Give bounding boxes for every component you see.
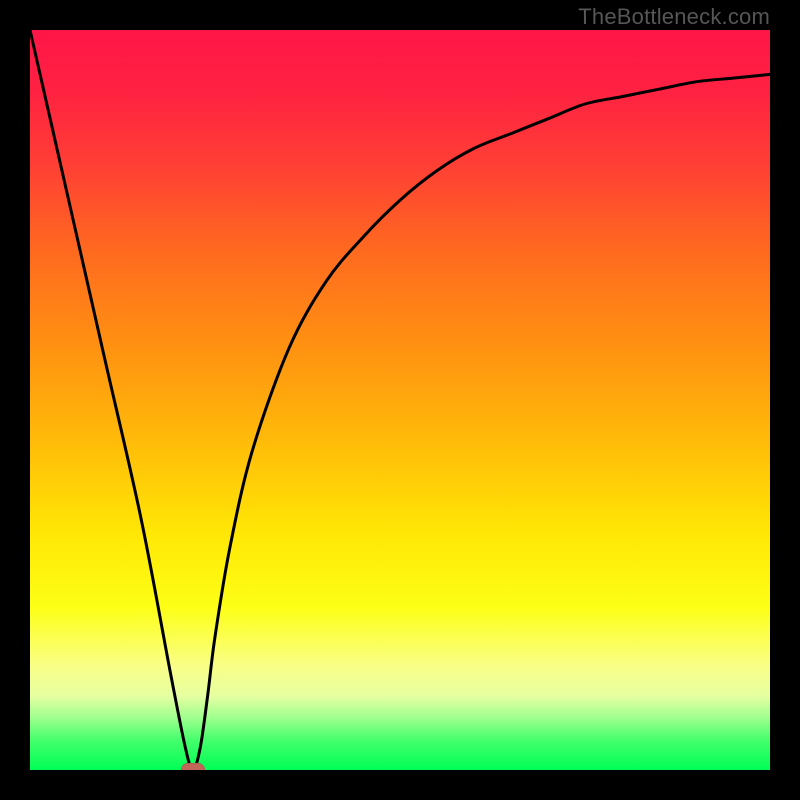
watermark-text: TheBottleneck.com <box>578 4 770 30</box>
optimal-point-marker <box>181 763 205 770</box>
chart-frame: TheBottleneck.com <box>0 0 800 800</box>
plot-area <box>30 30 770 770</box>
background-gradient <box>30 30 770 770</box>
